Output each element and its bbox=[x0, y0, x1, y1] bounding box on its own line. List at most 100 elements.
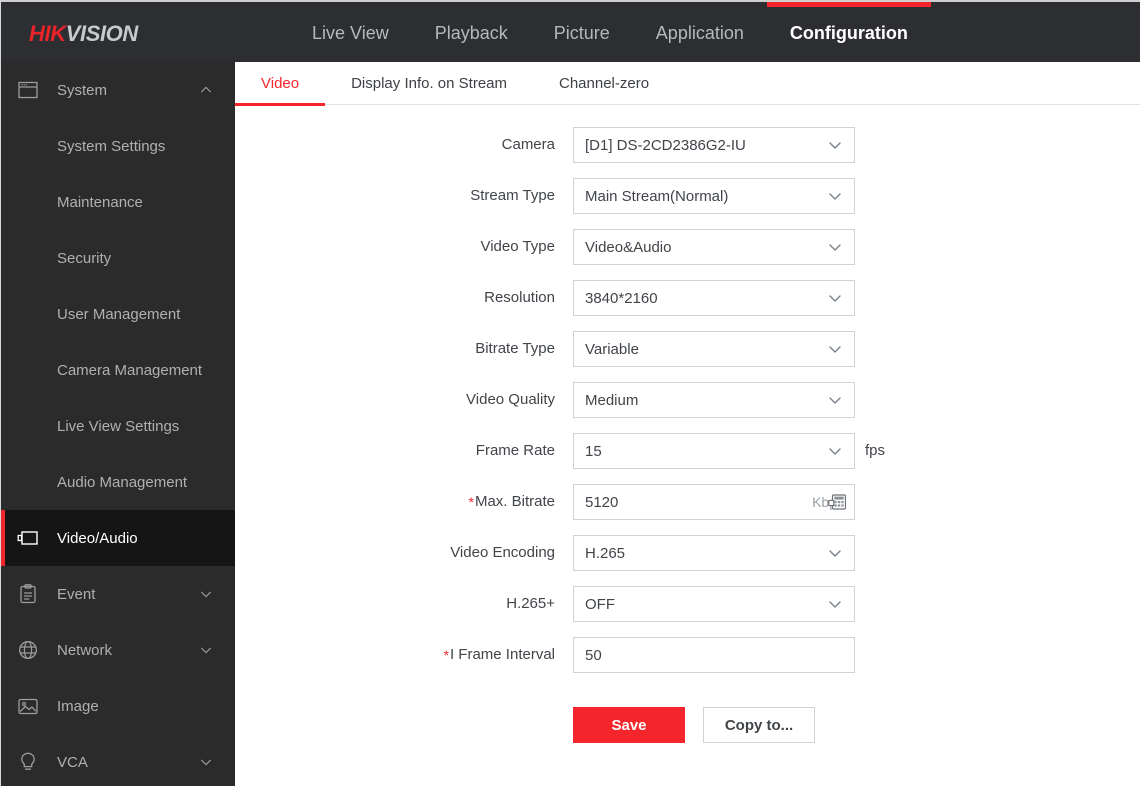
sidebar-item-video-audio[interactable]: Video/Audio bbox=[1, 510, 235, 566]
save-button[interactable]: Save bbox=[573, 707, 685, 743]
form-actions: Save Copy to... bbox=[235, 688, 1140, 743]
select-camera[interactable]: [D1] DS-2CD2386G2-IU bbox=[573, 127, 855, 163]
sidebar-item-label: Event bbox=[57, 585, 96, 603]
tab-channel-zero[interactable]: Channel-zero bbox=[533, 62, 675, 105]
sidebar-item-label: System Settings bbox=[57, 137, 166, 155]
sidebar-item-label: Live View Settings bbox=[57, 417, 180, 435]
globe-icon bbox=[17, 639, 39, 661]
label-stream-type: Stream Type bbox=[235, 178, 573, 214]
field-value: Variable bbox=[585, 340, 639, 358]
system-window-icon bbox=[17, 79, 39, 101]
select-resolution[interactable]: 3840*2160 bbox=[573, 280, 855, 316]
chevron-down-icon[interactable] bbox=[827, 188, 843, 204]
content-tabbar: Video Display Info. on Stream Channel-zero bbox=[235, 62, 1140, 106]
field-value: 5120 bbox=[585, 493, 619, 511]
required-marker: * bbox=[468, 494, 474, 510]
label-bitrate-type: Bitrate Type bbox=[235, 331, 573, 367]
tab-video[interactable]: Video bbox=[235, 62, 326, 106]
field-wrapper: Main Stream(Normal) bbox=[573, 178, 855, 214]
field-suffix-frame-rate: fps bbox=[865, 442, 886, 459]
chevron-down-icon[interactable] bbox=[827, 341, 843, 357]
form-row-max-bitrate: *Max. Bitrate 5120 Kbps bbox=[235, 484, 1140, 535]
lightbulb-icon bbox=[17, 751, 39, 773]
input-max-bitrate[interactable]: 5120 Kbps bbox=[573, 484, 855, 520]
nav-item-live-view[interactable]: Live View bbox=[289, 2, 412, 64]
label-text: Bitrate Type bbox=[475, 340, 555, 357]
sidebar-item-label: VCA bbox=[57, 753, 88, 771]
field-value: 3840*2160 bbox=[585, 289, 658, 307]
label-video-quality: Video Quality bbox=[235, 382, 573, 418]
chevron-down-icon[interactable] bbox=[199, 755, 213, 769]
video-settings-form: Camera [D1] DS-2CD2386G2-IU Stream Type Mai… bbox=[235, 105, 1140, 688]
chevron-down-icon[interactable] bbox=[827, 596, 843, 612]
chevron-up-icon[interactable] bbox=[199, 83, 213, 97]
hikvision-config-app: HIKVISION Live View Playback Picture Applic… bbox=[0, 0, 1140, 786]
label-text: Frame Rate bbox=[475, 442, 555, 459]
label-text: Video Type bbox=[480, 238, 555, 255]
sidebar-item-system-settings[interactable]: System Settings bbox=[1, 118, 235, 174]
sidebar-item-live-view-settings[interactable]: Live View Settings bbox=[1, 398, 235, 454]
select-bitrate-type[interactable]: Variable bbox=[573, 331, 855, 367]
label-frame-rate: Frame Rate bbox=[235, 433, 573, 469]
label-text: H.265+ bbox=[506, 595, 555, 612]
label-text: Video Quality bbox=[466, 391, 555, 408]
sidebar-item-event[interactable]: Event bbox=[1, 566, 235, 622]
sidebar-item-maintenance[interactable]: Maintenance bbox=[1, 174, 235, 230]
select-video-type[interactable]: Video&Audio bbox=[573, 229, 855, 265]
top-navigation: Live View Playback Picture Application Confi… bbox=[289, 2, 931, 64]
field-value: Medium bbox=[585, 391, 639, 409]
select-frame-rate[interactable]: 15 bbox=[573, 433, 855, 469]
chevron-down-icon[interactable] bbox=[827, 392, 843, 408]
sidebar-item-label: Video/Audio bbox=[57, 529, 138, 547]
field-wrapper: Variable bbox=[573, 331, 855, 367]
copy-to-button[interactable]: Copy to... bbox=[703, 707, 815, 743]
field-value: Video&Audio bbox=[585, 238, 672, 256]
sidebar-item-image[interactable]: Image bbox=[1, 678, 235, 734]
nav-item-picture[interactable]: Picture bbox=[531, 2, 633, 64]
chevron-down-icon[interactable] bbox=[199, 587, 213, 601]
form-row-frame-rate: Frame Rate 15 fps bbox=[235, 433, 1140, 484]
select-video-quality[interactable]: Medium bbox=[573, 382, 855, 418]
video-camera-icon bbox=[17, 527, 39, 549]
chevron-down-icon[interactable] bbox=[827, 545, 843, 561]
select-h-265[interactable]: OFF bbox=[573, 586, 855, 622]
sidebar-item-system[interactable]: System bbox=[1, 62, 235, 118]
label-text: I Frame Interval bbox=[449, 646, 555, 663]
select-stream-type[interactable]: Main Stream(Normal) bbox=[573, 178, 855, 214]
nav-item-configuration[interactable]: Configuration bbox=[766, 2, 931, 64]
label-max-bitrate: *Max. Bitrate bbox=[235, 484, 573, 520]
input-i-frame-interval[interactable]: 50 bbox=[573, 637, 855, 673]
picture-icon bbox=[17, 695, 39, 717]
field-value: Main Stream(Normal) bbox=[585, 187, 729, 205]
main-content: Video Display Info. on Stream Channel-zero… bbox=[235, 62, 1140, 786]
nav-item-playback[interactable]: Playback bbox=[412, 2, 531, 64]
field-wrapper: OFF bbox=[573, 586, 855, 622]
form-row-video-type: Video Type Video&Audio bbox=[235, 229, 1140, 280]
label-resolution: Resolution bbox=[235, 280, 573, 316]
sidebar-item-audio-management[interactable]: Audio Management bbox=[1, 454, 235, 510]
sidebar-item-user-management[interactable]: User Management bbox=[1, 286, 235, 342]
field-wrapper: Medium bbox=[573, 382, 855, 418]
chevron-down-icon[interactable] bbox=[199, 643, 213, 657]
label-i-frame-interval: *I Frame Interval bbox=[235, 637, 573, 673]
chevron-down-icon[interactable] bbox=[827, 443, 843, 459]
app-header: HIKVISION Live View Playback Picture Applic… bbox=[1, 0, 1140, 62]
sidebar-item-label: User Management bbox=[57, 305, 181, 323]
form-row-stream-type: Stream Type Main Stream(Normal) bbox=[235, 178, 1140, 229]
nav-item-application[interactable]: Application bbox=[633, 2, 767, 64]
sidebar-item-network[interactable]: Network bbox=[1, 622, 235, 678]
label-video-type: Video Type bbox=[235, 229, 573, 265]
label-text: Stream Type bbox=[470, 187, 555, 204]
form-row-h-265: H.265+ OFF bbox=[235, 586, 1140, 637]
tab-display-info-on-stream[interactable]: Display Info. on Stream bbox=[325, 62, 533, 105]
label-text: Max. Bitrate bbox=[474, 493, 555, 510]
sidebar-item-camera-management[interactable]: Camera Management bbox=[1, 342, 235, 398]
sidebar-item-security[interactable]: Security bbox=[1, 230, 235, 286]
chevron-down-icon[interactable] bbox=[827, 137, 843, 153]
sidebar-item-vca[interactable]: VCA bbox=[1, 734, 235, 786]
label-camera: Camera bbox=[235, 127, 573, 163]
keypad-icon[interactable] bbox=[828, 493, 847, 511]
select-video-encoding[interactable]: H.265 bbox=[573, 535, 855, 571]
chevron-down-icon[interactable] bbox=[827, 239, 843, 255]
chevron-down-icon[interactable] bbox=[827, 290, 843, 306]
